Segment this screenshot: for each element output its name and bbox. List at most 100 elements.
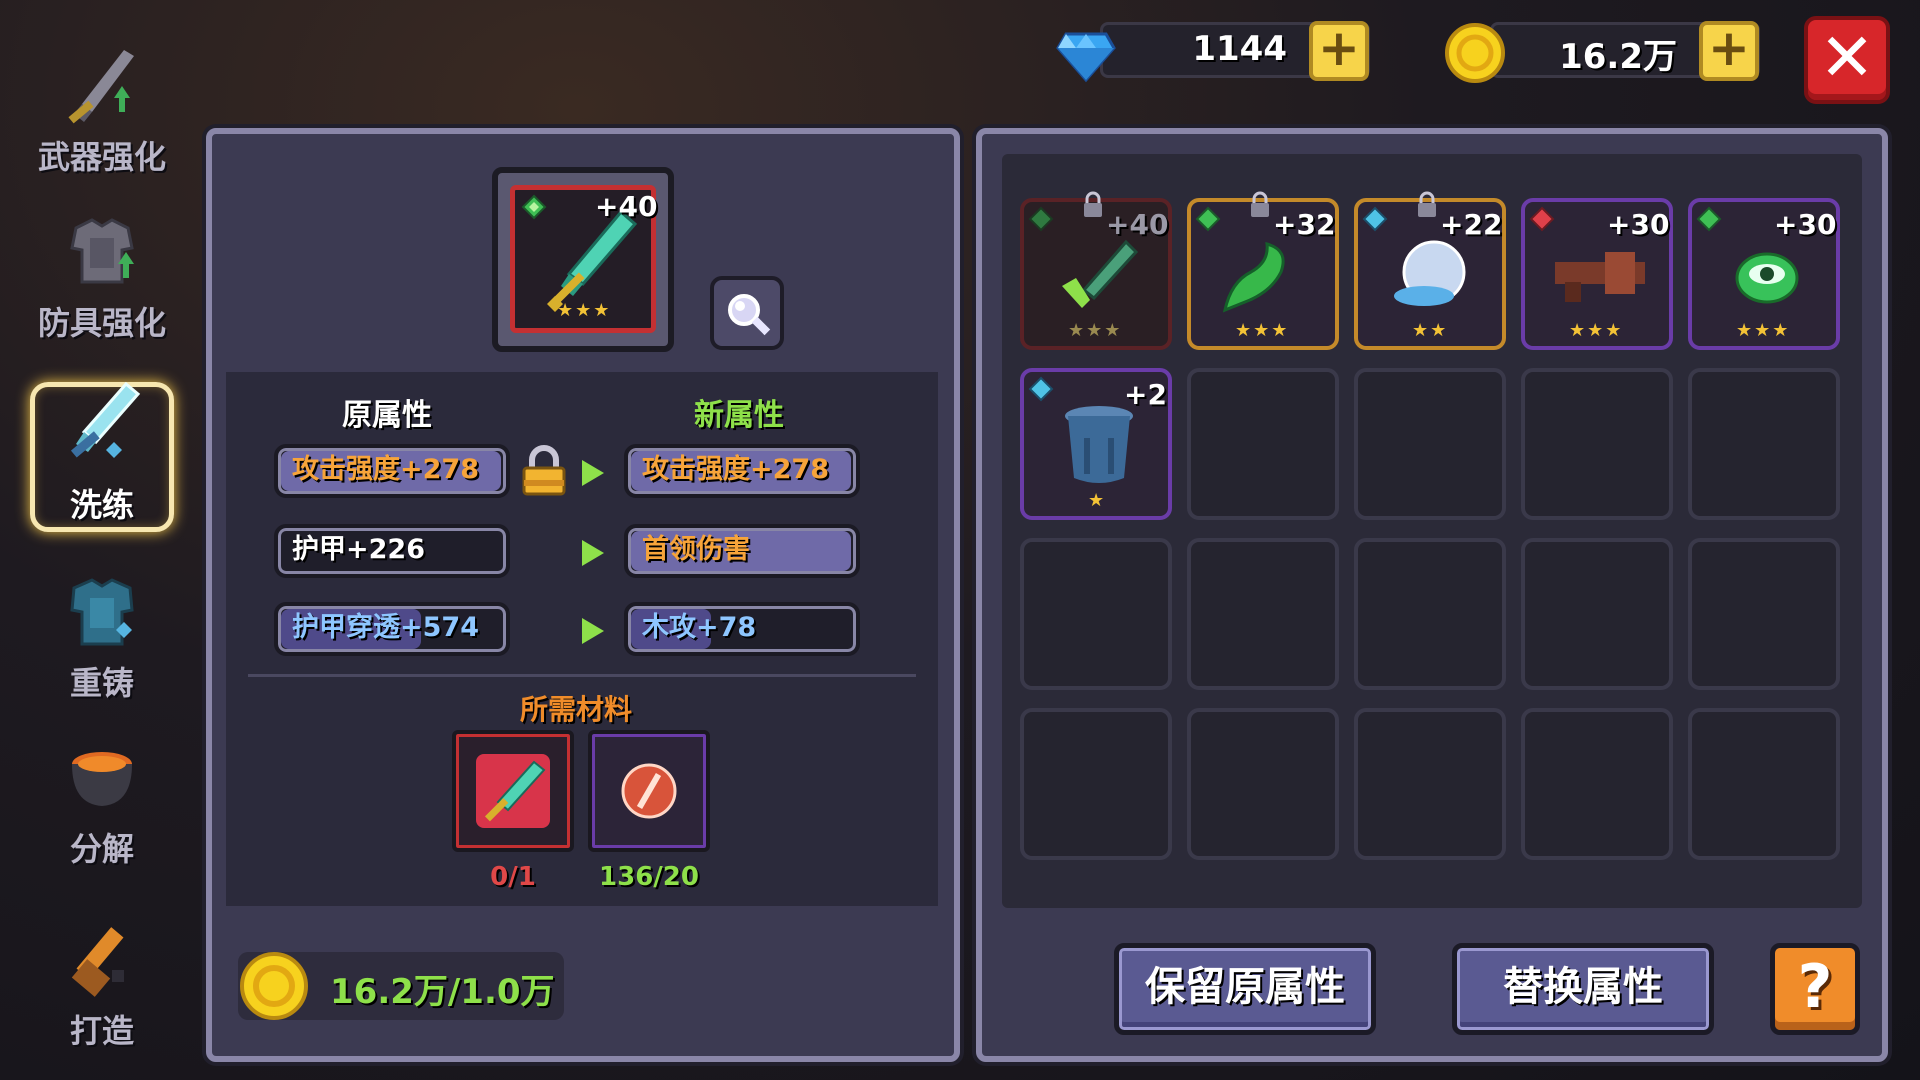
arrow-right-icon	[582, 618, 604, 644]
green-gem-icon	[1028, 206, 1054, 232]
sidebar-item-refine[interactable]: 洗练	[22, 381, 182, 532]
empty-inventory-slot[interactable]	[1688, 538, 1840, 690]
material-count-blade: 0/1	[448, 862, 578, 892]
sidebar-item-forge[interactable]: 打造	[22, 908, 182, 1058]
crystal-sword-icon	[70, 381, 141, 458]
sidebar-item-recast[interactable]: 重铸	[22, 560, 182, 710]
item-level: +32	[1273, 208, 1336, 241]
gem-amount: 1144	[1192, 29, 1287, 69]
sidebar-item-weapon-upgrade[interactable]: 武器强化	[22, 34, 182, 184]
refine-stone-icon	[621, 763, 677, 819]
item-stars: ★★	[1412, 320, 1449, 341]
empty-inventory-slot[interactable]	[1521, 708, 1673, 860]
sidebar-item-dismantle[interactable]: 分解	[22, 726, 182, 876]
empty-inventory-slot[interactable]	[1187, 708, 1339, 860]
empty-inventory-slot[interactable]	[1354, 368, 1506, 520]
blue-bucket-helm-icon	[1065, 406, 1133, 483]
material-slot-stone[interactable]	[588, 730, 710, 852]
coin-icon	[240, 952, 308, 1020]
old-attribute-1: 攻击强度+278	[274, 444, 510, 498]
gem-counter: 1144 +	[1100, 21, 1370, 81]
green-serpent-blade-icon	[1222, 241, 1285, 313]
sword-upgrade-icon	[68, 50, 134, 124]
old-attribute-2: 护甲+226	[274, 524, 510, 578]
arrow-right-icon	[582, 540, 604, 566]
material-count: 0/1	[490, 862, 536, 892]
item-stars: ★★★	[557, 300, 612, 321]
item-level: +30	[1607, 208, 1670, 241]
jade-blade-icon	[476, 754, 550, 828]
new-attributes-header: 新属性	[694, 398, 784, 433]
snow-orb-icon	[1394, 240, 1466, 306]
item-stars: ★★★	[1068, 320, 1123, 341]
sidebar-item-label: 防具强化	[37, 304, 166, 342]
empty-inventory-slot[interactable]	[1521, 538, 1673, 690]
close-button[interactable]: ✕	[1804, 16, 1890, 104]
green-gem-icon	[521, 194, 547, 220]
magnifier-icon	[728, 294, 771, 336]
forge-hammer-icon	[71, 927, 124, 997]
blue-gem-icon	[1362, 206, 1388, 232]
red-gem-icon	[1529, 206, 1555, 232]
empty-inventory-slot[interactable]	[1688, 368, 1840, 520]
sidebar-item-label: 打造	[69, 1012, 134, 1050]
refine-cost: 16.2万/1.0万	[238, 952, 564, 1020]
item-lock-icon	[1251, 191, 1269, 217]
material-count: 136/20	[599, 862, 699, 892]
material-count-stone: 136/20	[584, 862, 714, 892]
cost-amount: 16.2万/1.0万	[330, 972, 555, 1012]
item-stars: ★★★	[1569, 320, 1624, 341]
equipped-item-slot[interactable]: +40 ★★★	[492, 167, 674, 352]
armor-upgrade-icon	[70, 218, 134, 284]
new-attribute-2: 首领伤害+20.1%	[624, 524, 860, 578]
divider	[248, 674, 916, 677]
green-gem-icon	[1696, 206, 1722, 232]
jade-blade-icon	[1062, 239, 1139, 308]
sidebar-item-label: 重铸	[69, 664, 134, 702]
rusty-crossbow-icon	[1555, 252, 1645, 302]
item-stars: ★	[1088, 490, 1107, 511]
green-gem-icon	[1195, 206, 1221, 232]
materials-title: 所需材料	[520, 693, 633, 726]
empty-inventory-slot[interactable]	[1354, 538, 1506, 690]
coin-amount: 16.2万	[1559, 37, 1677, 77]
item-level: +22	[1440, 208, 1503, 241]
green-eye-ring-icon	[1735, 252, 1799, 304]
cauldron-icon	[72, 752, 132, 806]
help-button[interactable]: ?	[1770, 943, 1860, 1035]
item-level: +40	[595, 190, 658, 223]
empty-inventory-slot[interactable]	[1521, 368, 1673, 520]
add-coins-button[interactable]: +	[1699, 21, 1759, 81]
empty-inventory-slot[interactable]	[1688, 708, 1840, 860]
replace-attributes-button[interactable]: 替换属性	[1452, 943, 1714, 1035]
blue-gem-icon	[1028, 376, 1054, 402]
empty-inventory-slot[interactable]	[1187, 538, 1339, 690]
item-lock-icon	[1418, 191, 1436, 217]
coin-icon	[1445, 23, 1505, 83]
empty-inventory-slot[interactable]	[1020, 708, 1172, 860]
arrow-right-icon	[582, 460, 604, 486]
empty-inventory-slot[interactable]	[1020, 538, 1172, 690]
sidebar-item-label: 武器强化	[37, 138, 166, 176]
sidebar-item-label: 分解	[69, 830, 134, 868]
coin-counter: 16.2万 +	[1490, 21, 1760, 81]
item-stars: ★★★	[1736, 320, 1791, 341]
recast-armor-icon	[70, 578, 134, 646]
sidebar-item-label: 洗练	[69, 486, 134, 524]
empty-inventory-slot[interactable]	[1187, 368, 1339, 520]
item-level: +2	[1124, 378, 1167, 411]
new-attribute-1: 攻击强度+278	[624, 444, 860, 498]
item-lock-icon	[1084, 191, 1102, 217]
empty-inventory-slot[interactable]	[1354, 708, 1506, 860]
inspect-button[interactable]	[710, 276, 784, 350]
item-level: +40	[1106, 208, 1169, 241]
item-level: +30	[1774, 208, 1837, 241]
add-gems-button[interactable]: +	[1309, 21, 1369, 81]
item-stars: ★★★	[1235, 320, 1290, 341]
sidebar-item-armor-upgrade[interactable]: 防具强化	[22, 200, 182, 350]
lock-icon[interactable]	[520, 444, 568, 498]
old-attributes-header: 原属性	[342, 398, 432, 433]
material-slot-blade[interactable]	[452, 730, 574, 852]
equipped-item: +40 ★★★	[510, 185, 658, 333]
keep-original-button[interactable]: 保留原属性	[1114, 943, 1376, 1035]
